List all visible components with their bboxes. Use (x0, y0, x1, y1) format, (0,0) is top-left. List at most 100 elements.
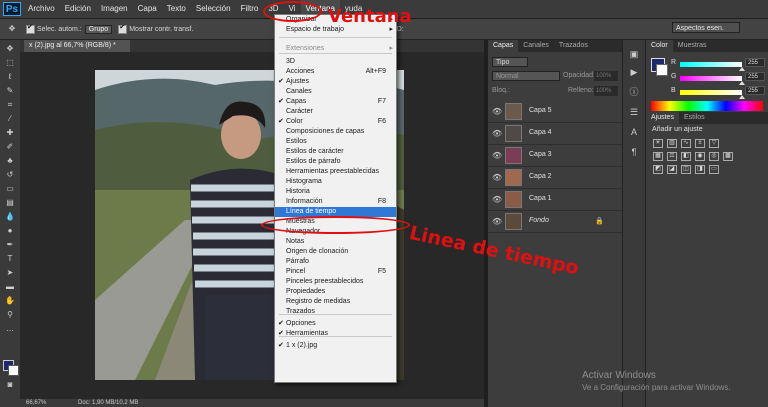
brush-icon[interactable]: ✐ (4, 142, 16, 152)
threshold-icon[interactable]: ◫ (681, 165, 691, 174)
zoom-icon[interactable]: ⚲ (4, 310, 16, 320)
slider-knob[interactable] (739, 81, 745, 85)
ventana-menu-item[interactable]: Estilos (275, 137, 396, 147)
ventana-menu-item[interactable]: Herramientas preestablecidas (275, 167, 396, 177)
ventana-menu-item[interactable]: Canales (275, 87, 396, 97)
ventana-menu-item[interactable]: Párrafo (275, 257, 396, 267)
menu-filtro[interactable]: Filtro (236, 0, 264, 18)
shape-icon[interactable]: ▬ (4, 282, 16, 292)
photo-filter-icon[interactable]: ◉ (695, 152, 705, 161)
paragraph-panel-icon[interactable]: ¶ (628, 146, 640, 158)
layer-row[interactable]: 👁 Capa 4 (488, 123, 622, 145)
visibility-eye-icon[interactable]: 👁 (492, 129, 502, 138)
more-tools-icon[interactable]: … (4, 324, 16, 334)
ventana-menu-item[interactable]: ✔ Color F6 (275, 117, 396, 127)
path-select-icon[interactable]: ➤ (4, 268, 16, 278)
quick-select-icon[interactable]: ✎ (4, 86, 16, 96)
blur-icon[interactable]: 💧 (4, 212, 16, 222)
show-transform-checkbox[interactable] (118, 23, 128, 34)
exposure-icon[interactable]: ± (695, 139, 705, 148)
layer-row[interactable]: 👁 Fondo 🔒 (488, 211, 622, 233)
crop-icon[interactable]: ⌗ (4, 100, 16, 110)
auto-select-checkbox[interactable] (26, 23, 35, 34)
ventana-menu-item[interactable]: Extensiones ▸ (275, 44, 396, 54)
layer-row[interactable]: 👁 Capa 2 (488, 167, 622, 189)
tab-canales[interactable]: Canales (518, 40, 554, 52)
ventana-menu-item[interactable]: Notas (275, 237, 396, 247)
menu-edicion[interactable]: Edición (60, 0, 96, 18)
gradient-map-icon[interactable]: ▭ (709, 165, 719, 174)
document-tab[interactable]: x (2).jpg al 66,7% (RGB/8) * (24, 40, 130, 52)
ventana-menu-item[interactable]: Estilos de párrafo (275, 157, 396, 167)
gradient-icon[interactable]: ▤ (4, 198, 16, 208)
background-color-swatch[interactable] (8, 365, 19, 376)
tab-estilos[interactable]: Estilos (679, 112, 710, 124)
history-panel-icon[interactable]: ▣ (628, 48, 640, 60)
group-select[interactable]: Grupo (84, 24, 113, 34)
ventana-menu-item[interactable]: ✔ Herramientas (275, 329, 396, 339)
dodge-icon[interactable]: ● (4, 226, 16, 236)
menu-texto[interactable]: Texto (162, 0, 191, 18)
visibility-eye-icon[interactable]: 👁 (492, 107, 502, 116)
brightness-icon[interactable]: ☀ (653, 139, 663, 148)
ventana-menu-item[interactable]: Histograma (275, 177, 396, 187)
tab-muestras[interactable]: Muestras (673, 40, 712, 52)
ventana-menu-item[interactable]: Trazados (275, 307, 396, 317)
menu-capa[interactable]: Capa (133, 0, 162, 18)
eraser-icon[interactable]: ▭ (4, 184, 16, 194)
tab-trazados[interactable]: Trazados (554, 40, 593, 52)
fill-input[interactable]: 100% (594, 86, 618, 96)
hand-icon[interactable]: ✋ (4, 296, 16, 306)
visibility-eye-icon[interactable]: 👁 (492, 195, 502, 204)
ventana-menu-item[interactable]: Registro de medidas (275, 297, 396, 307)
menu-seleccion[interactable]: Selección (191, 0, 236, 18)
black-white-icon[interactable]: ◧ (681, 152, 691, 161)
ventana-menu-item[interactable]: ✔ Ajustes (275, 77, 396, 87)
channel-slider[interactable] (680, 62, 742, 67)
stamp-icon[interactable]: ♣ (4, 156, 16, 166)
selective-color-icon[interactable]: ◨ (695, 165, 705, 174)
lasso-icon[interactable]: ℓ (4, 72, 16, 82)
channel-value-input[interactable]: 255 (745, 86, 765, 95)
marquee-icon[interactable]: ⬚ (4, 58, 16, 68)
ventana-menu-item[interactable]: Información F8 (275, 197, 396, 207)
menu-imagen[interactable]: Imagen (96, 0, 133, 18)
invert-icon[interactable]: ◩ (653, 165, 663, 174)
layer-row[interactable]: 👁 Capa 3 (488, 145, 622, 167)
layer-row[interactable]: 👁 Capa 1 (488, 189, 622, 211)
ventana-menu-item[interactable]: Propiedades (275, 287, 396, 297)
hue-saturation-icon[interactable]: ▦ (653, 152, 663, 161)
visibility-eye-icon[interactable]: 👁 (492, 217, 502, 226)
move-tool-icon[interactable]: ✥ (4, 24, 20, 34)
slider-knob[interactable] (739, 67, 745, 71)
tab-color[interactable]: Color (646, 40, 673, 52)
ventana-menu-item[interactable]: Composiciones de capas (275, 127, 396, 137)
tab-ajustes[interactable]: Ajustes (646, 112, 679, 124)
color-balance-icon[interactable]: ⚖ (667, 152, 677, 161)
channel-mixer-icon[interactable]: ◎ (709, 152, 719, 161)
color-spectrum-bar[interactable] (651, 101, 763, 111)
ventana-menu-item[interactable]: Origen de clonación (275, 247, 396, 257)
ventana-menu-item[interactable]: Historia (275, 187, 396, 197)
slider-knob[interactable] (739, 95, 745, 99)
vibrance-icon[interactable]: ▽ (709, 139, 719, 148)
posterize-icon[interactable]: ◪ (667, 165, 677, 174)
move-icon[interactable]: ✥ (4, 44, 16, 54)
ventana-menu-item[interactable]: 3D (275, 57, 396, 67)
quick-mask-icon[interactable]: ◙ (4, 380, 16, 390)
layer-filter-select[interactable]: Tipo (492, 57, 528, 67)
ventana-menu-item[interactable]: Carácter (275, 107, 396, 117)
character-panel-icon[interactable]: A (628, 126, 640, 138)
ventana-menu-item[interactable]: Estilos de carácter (275, 147, 396, 157)
eyedropper-icon[interactable]: ⁄ (4, 114, 16, 124)
color-lookup-icon[interactable]: ▩ (723, 152, 733, 161)
opacity-input[interactable]: 100% (594, 71, 618, 81)
layer-row[interactable]: 👁 Capa 5 (488, 101, 622, 123)
auto-select-option[interactable]: Selec. autom.: (26, 23, 82, 34)
ventana-menu-item[interactable]: Acciones Alt+F9 (275, 67, 396, 77)
history-brush-icon[interactable]: ↺ (4, 170, 16, 180)
pen-icon[interactable]: ✒ (4, 240, 16, 250)
menu-archivo[interactable]: Archivo (23, 0, 60, 18)
channel-slider[interactable] (680, 76, 742, 81)
visibility-eye-icon[interactable]: 👁 (492, 173, 502, 182)
